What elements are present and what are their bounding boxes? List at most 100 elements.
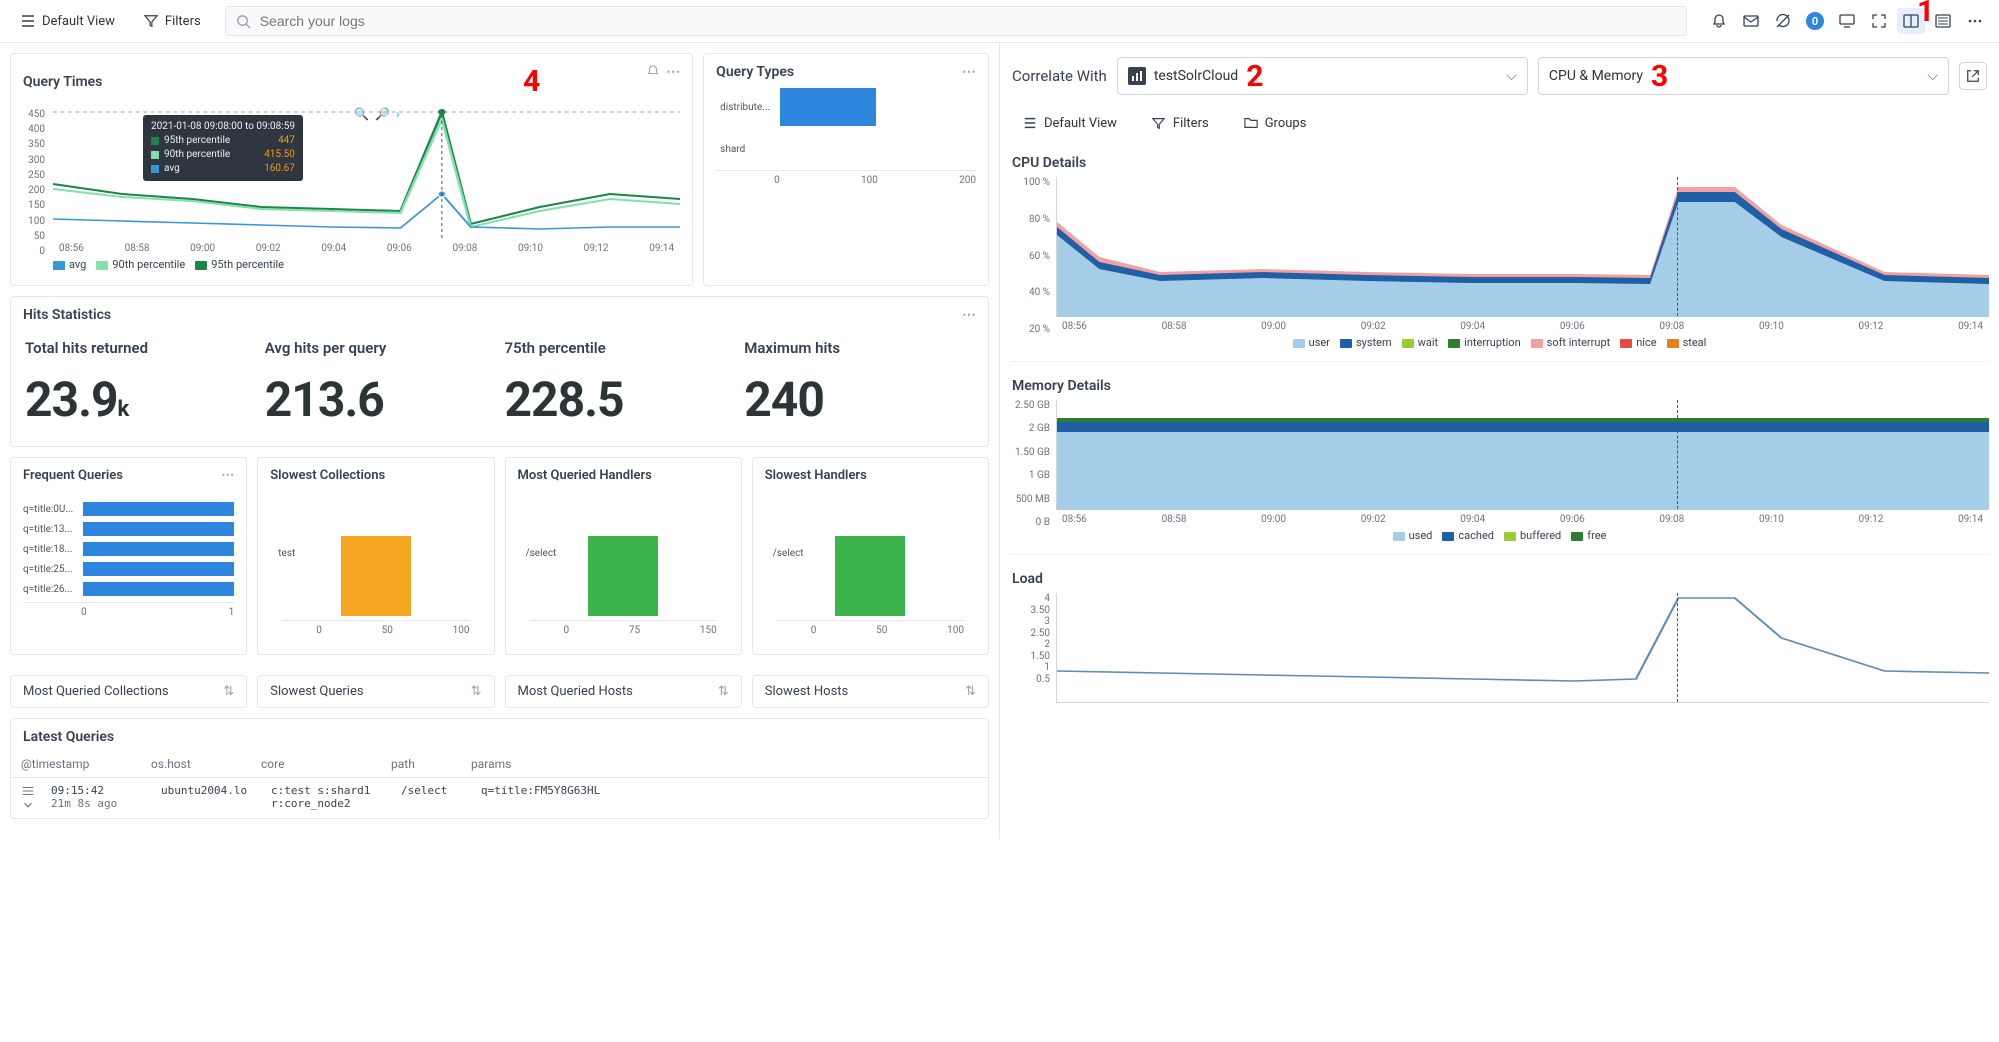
folder-icon [1243, 115, 1259, 131]
annotation-4: 4 [523, 64, 540, 99]
cell-core: c:test s:shard1 r:core_node2 [271, 784, 391, 812]
bars-icon [1128, 67, 1146, 85]
cell-timestamp: 09:15:42 [51, 784, 151, 797]
list-icon [20, 13, 36, 29]
bell-icon[interactable] [1705, 8, 1733, 34]
legend-item[interactable]: system [1340, 336, 1392, 349]
legend-item[interactable]: cached [1442, 529, 1494, 542]
popout-icon[interactable] [1959, 62, 1987, 90]
filters-button[interactable]: Filters [133, 7, 211, 35]
more-icon[interactable] [1961, 8, 1989, 34]
zoom-in-icon[interactable]: 🔍 [354, 107, 369, 121]
legend-item[interactable]: nice [1620, 336, 1656, 349]
single-view-icon[interactable] [1929, 8, 1957, 34]
annotation-3: 3 [1651, 59, 1668, 94]
correlate-label: Correlate With [1012, 67, 1107, 85]
search-icon [236, 13, 252, 29]
notification-count[interactable]: 0 [1801, 8, 1829, 34]
load-chart[interactable] [1056, 593, 1989, 703]
legend-item[interactable]: interruption [1448, 336, 1521, 349]
monitor-icon[interactable] [1833, 8, 1861, 34]
chevron-down-icon: ⌵ [1506, 68, 1517, 84]
list-icon [1022, 115, 1038, 131]
collapsed-panel[interactable]: Most Queried Hosts⇅ [505, 675, 742, 708]
stat-label: Avg hits per query [265, 339, 495, 357]
cell-params: q=title:FM5Y8G63HL [481, 784, 978, 812]
query-times-chart[interactable]: 🔍 🔎 › 2021-01-08 09:08:00 to 09:08:59 95… [53, 109, 680, 239]
zoom-out-icon[interactable]: 🔎 [375, 107, 390, 121]
select-value: testSolrCloud [1154, 68, 1238, 84]
top-toolbar: Default View Filters 0 1 [0, 0, 1999, 43]
legend-item[interactable]: wait [1402, 336, 1439, 349]
panel-more-icon[interactable]: ⋯ [962, 307, 976, 323]
search-box[interactable] [225, 6, 1687, 36]
panel-title: Slowest Collections [270, 468, 385, 483]
memory-chart[interactable] [1056, 400, 1989, 510]
table-row[interactable]: 09:15:42 21m 8s ago ubuntu2004.lo c:test… [11, 778, 988, 818]
panel-title: Query Types [716, 64, 794, 80]
collapsed-panel[interactable]: Slowest Queries⇅ [257, 675, 494, 708]
stat-label: Total hits returned [25, 339, 255, 357]
split-view-icon[interactable]: 1 [1897, 8, 1925, 34]
stat-value: 228.5 [505, 371, 735, 428]
sub-groups[interactable]: Groups [1233, 109, 1317, 137]
chevron-down-icon: ⌵ [1927, 68, 1938, 84]
legend-item[interactable]: 95th percentile [195, 258, 284, 271]
chart-zoom-controls[interactable]: 🔍 🔎 › [354, 107, 400, 121]
filters-label: Filters [165, 14, 201, 29]
cell-host: ubuntu2004.lo [161, 784, 261, 812]
tooltip-header: 2021-01-08 09:08:00 to 09:08:59 [151, 120, 295, 134]
legend-item[interactable]: 90th percentile [96, 258, 185, 271]
panel-title: Latest Queries [23, 729, 114, 745]
panel-mini: Most Queried Handlers /select075150 [505, 457, 742, 655]
panel-cpu-details: CPU Details 100 %80 %60 %40 %20 % 08:560… [1010, 147, 1989, 362]
left-column: Query Times 4 ⋯ 450400350300250200150100… [0, 43, 999, 839]
sub-default-view[interactable]: Default View [1012, 109, 1127, 137]
panel-latest-queries: Latest Queries @timestamp os.host core p… [10, 718, 989, 819]
search-input[interactable] [260, 13, 1676, 29]
panel-more-icon[interactable]: ⋯ [962, 64, 976, 80]
expand-collapse-icon: ⇅ [965, 684, 976, 699]
legend-item[interactable]: soft interrupt [1531, 336, 1611, 349]
filter-icon [1151, 115, 1167, 131]
fullscreen-icon[interactable] [1865, 8, 1893, 34]
collapsed-panel[interactable]: Most Queried Collections⇅ [10, 675, 247, 708]
panel-title: CPU Details [1010, 147, 1989, 177]
legend-item[interactable]: buffered [1504, 529, 1561, 542]
cpu-chart[interactable] [1056, 177, 1989, 317]
cell-timestamp-rel: 21m 8s ago [51, 797, 151, 810]
legend-item[interactable]: user [1293, 336, 1330, 349]
panel-title: Slowest Handlers [765, 468, 867, 483]
legend-item[interactable]: steal [1667, 336, 1707, 349]
top-icon-bar: 0 1 [1705, 8, 1989, 34]
panel-mini: Slowest Handlers /select050100 [752, 457, 989, 655]
mail-icon[interactable] [1737, 8, 1765, 34]
sub-filters[interactable]: Filters [1141, 109, 1219, 137]
stat-value: 213.6 [265, 371, 495, 428]
chevron-right-icon[interactable]: › [396, 107, 400, 121]
panel-query-types: Query Types ⋯ distribute... shard 010020… [703, 53, 989, 286]
panel-more-icon[interactable]: ⋯ [221, 468, 234, 483]
stat-value: 240 [744, 371, 974, 428]
right-column: Correlate With testSolrCloud 2 ⌵ CPU & M… [999, 43, 1999, 839]
refresh-off-icon[interactable] [1769, 8, 1797, 34]
panel-title: Most Queried Handlers [518, 468, 652, 483]
panel-load: Load 43.5032.5021.5010.5 [1010, 563, 1989, 711]
expand-icon[interactable] [21, 784, 41, 812]
bar-label: distribute... [720, 102, 774, 113]
bell-outline-icon[interactable] [646, 64, 660, 99]
correlate-source-select[interactable]: testSolrCloud 2 ⌵ [1117, 57, 1528, 95]
chart-tooltip: 2021-01-08 09:08:00 to 09:08:59 95th per… [143, 115, 303, 181]
stat-block: Avg hits per query 213.6 [265, 339, 495, 428]
panel-mini: Frequent Queries⋯ q=title:0U...q=title:1… [10, 457, 247, 655]
legend-item[interactable]: free [1571, 529, 1606, 542]
default-view-button[interactable]: Default View [10, 7, 125, 35]
stat-label: Maximum hits [744, 339, 974, 357]
expand-collapse-icon: ⇅ [718, 684, 729, 699]
panel-more-icon[interactable]: ⋯ [666, 64, 680, 99]
correlate-metric-select[interactable]: CPU & Memory 3 ⌵ [1538, 57, 1949, 95]
panel-hits-statistics: Hits Statistics ⋯ Total hits returned 23… [10, 296, 989, 447]
legend-item[interactable]: used [1393, 529, 1433, 542]
collapsed-panel[interactable]: Slowest Hosts⇅ [752, 675, 989, 708]
legend-item[interactable]: avg [53, 258, 86, 271]
